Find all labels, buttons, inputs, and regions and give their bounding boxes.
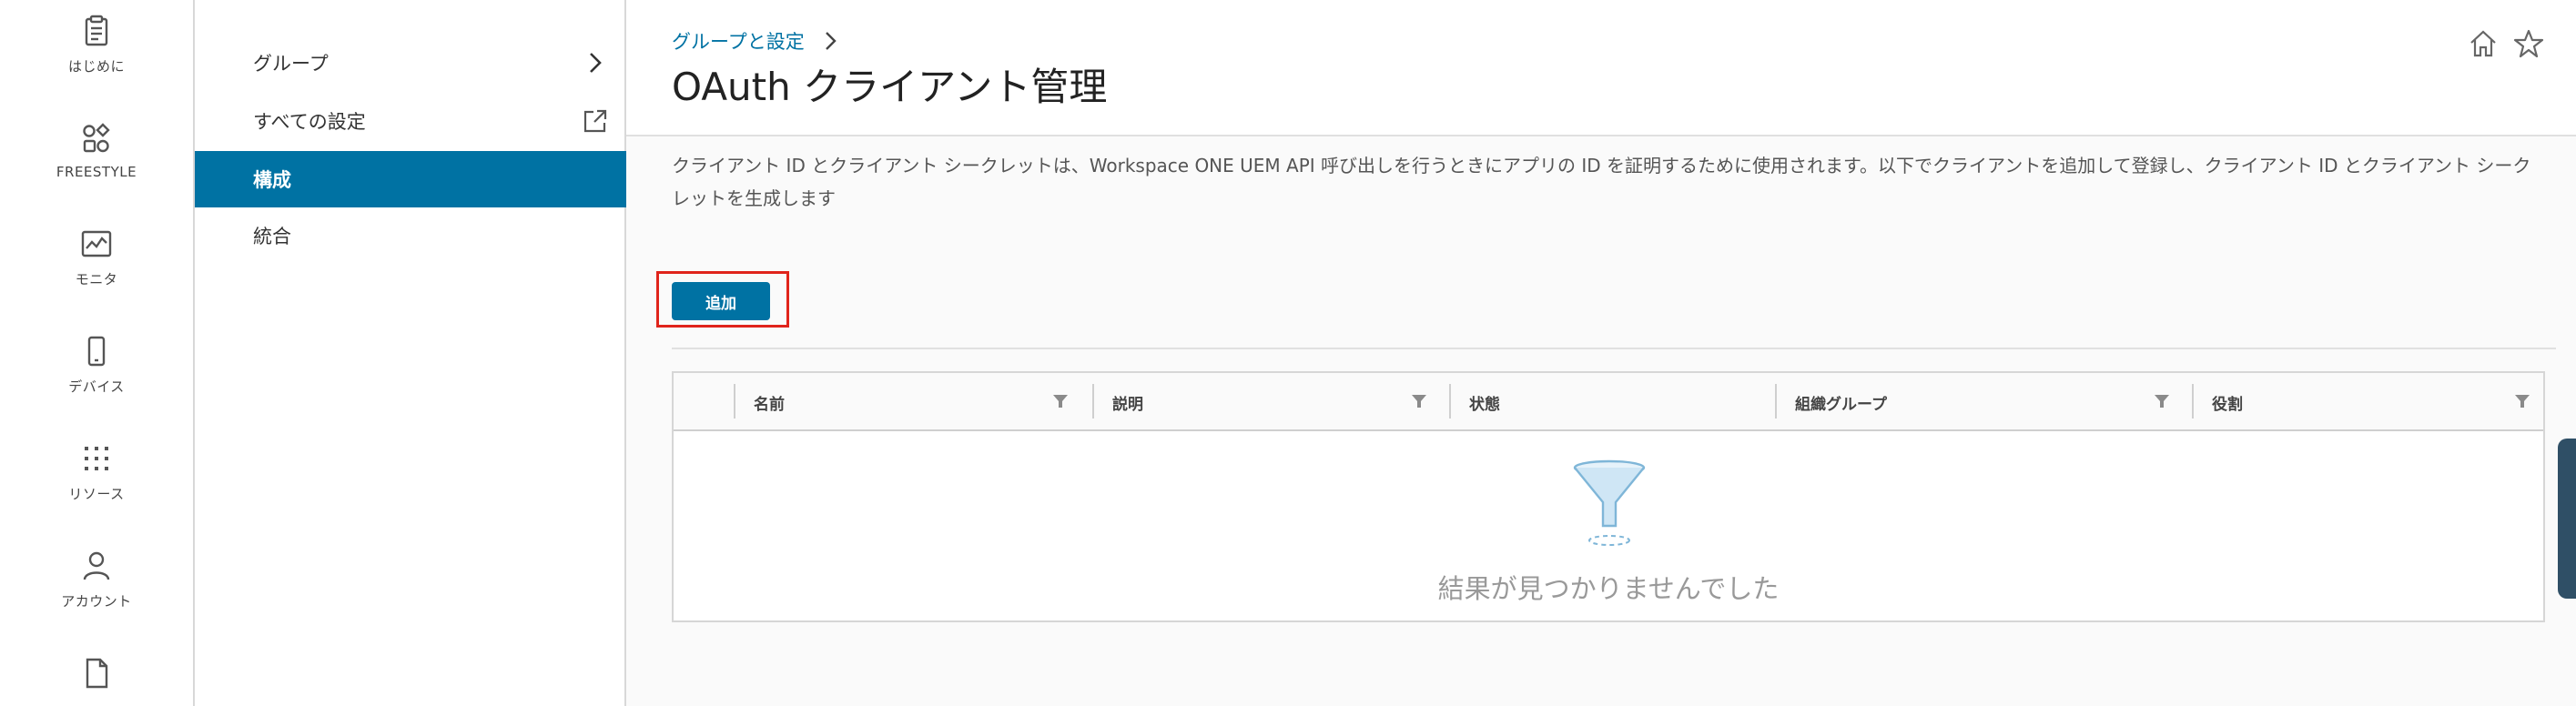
filter-icon[interactable]: [1411, 393, 1427, 409]
rail-item-content[interactable]: [0, 655, 193, 691]
filter-icon[interactable]: [2154, 393, 2170, 409]
rail-item-monitor[interactable]: モニタ: [0, 226, 193, 288]
star-icon[interactable]: [2512, 27, 2545, 60]
column-status[interactable]: 状態: [1449, 373, 1775, 429]
subnav-item-integrations[interactable]: 統合: [195, 207, 626, 264]
main-content: グループと設定 OAuth クライアント管理 クライアント ID とクライアント…: [626, 0, 2576, 706]
add-button[interactable]: 追加: [672, 282, 770, 320]
subnav-item-label: 構成: [253, 169, 291, 191]
grid-header: 名前 説明 状態 組織グループ 役割: [674, 373, 2543, 431]
column-role[interactable]: 役割: [2192, 373, 2543, 429]
empty-funnel-icon: [1573, 459, 1646, 546]
column-organization-group[interactable]: 組織グループ: [1775, 373, 2192, 429]
rail-item-getting-started[interactable]: はじめに: [0, 13, 193, 76]
column-name[interactable]: 名前: [734, 373, 1092, 429]
column-description[interactable]: 説明: [1092, 373, 1449, 429]
column-separator: [2192, 384, 2194, 419]
external-link-icon: [583, 109, 607, 133]
primary-nav-rail: はじめに FREESTYLE モニタ デバイス リソース アカウント: [0, 0, 195, 706]
rail-item-label: モニタ: [75, 271, 118, 287]
secondary-nav: グループ すべての設定 構成 統合: [195, 0, 626, 706]
page-description: クライアント ID とクライアント シークレットは、Workspace ONE …: [672, 155, 2531, 209]
document-icon: [86, 658, 108, 689]
column-header-label: 役割: [2212, 396, 2243, 414]
breadcrumb[interactable]: グループと設定: [672, 27, 805, 55]
subnav-item-label: すべての設定: [253, 111, 366, 133]
subnav-item-groups[interactable]: グループ: [195, 35, 626, 91]
side-panel-tab[interactable]: [2558, 439, 2576, 599]
column-header-label: 状態: [1469, 396, 1500, 414]
subnav-item-label: グループ: [253, 53, 329, 75]
rail-item-label: デバイス: [68, 378, 125, 395]
column-header-label: 名前: [754, 396, 785, 414]
divider: [672, 348, 2556, 349]
rail-item-devices[interactable]: デバイス: [0, 333, 193, 396]
column-header-label: 説明: [1112, 396, 1143, 414]
column-separator: [1449, 384, 1451, 419]
column-separator: [1092, 384, 1094, 419]
page-title: OAuth クライアント管理: [672, 65, 1108, 109]
subnav-item-configurations[interactable]: 構成: [195, 151, 626, 207]
column-separator: [1775, 384, 1777, 419]
subnav-item-all-settings[interactable]: すべての設定: [195, 93, 626, 149]
clipboard-icon: [85, 15, 108, 46]
home-icon[interactable]: [2467, 27, 2500, 60]
resources-icon: [85, 447, 108, 470]
rail-item-label: はじめに: [67, 58, 125, 75]
column-separator: [734, 384, 735, 419]
page-header: グループと設定 OAuth クライアント管理: [626, 0, 2576, 136]
device-icon: [87, 336, 106, 367]
column-header-label: 組織グループ: [1795, 396, 1887, 414]
chevron-right-icon: [590, 53, 602, 73]
empty-state-message: 結果が見つかりませんでした: [1437, 573, 1780, 604]
filter-icon[interactable]: [1052, 393, 1069, 409]
monitor-icon: [81, 230, 112, 257]
freestyle-icon: [83, 123, 110, 153]
rail-item-label: アカウント: [61, 593, 132, 610]
subnav-item-label: 統合: [253, 226, 291, 247]
column-select: [674, 373, 734, 429]
filter-icon[interactable]: [2514, 393, 2530, 409]
rail-item-accounts[interactable]: アカウント: [0, 548, 193, 610]
rail-item-freestyle[interactable]: FREESTYLE: [0, 120, 193, 180]
chevron-right-icon: [826, 32, 837, 50]
rail-item-label: FREESTYLE: [56, 164, 137, 180]
clients-grid: 名前 説明 状態 組織グループ 役割 結果が見つかりませんでした: [672, 371, 2545, 622]
rail-item-label: リソース: [68, 486, 125, 502]
account-icon: [83, 551, 110, 580]
rail-item-resources[interactable]: リソース: [0, 440, 193, 503]
